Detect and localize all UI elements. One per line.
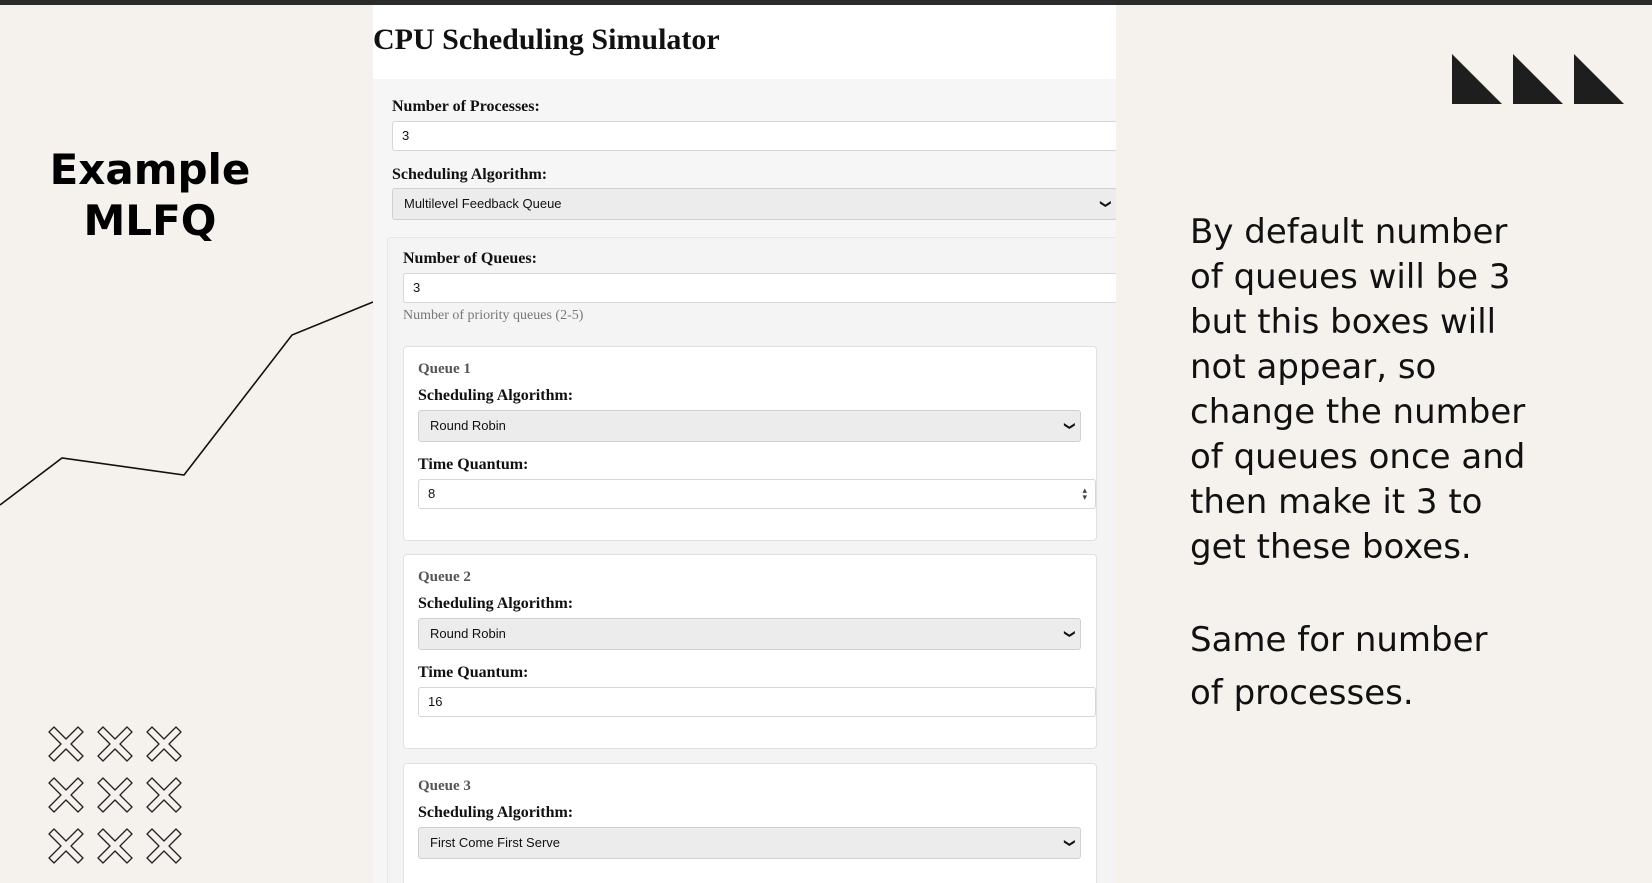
queue-algorithm-label: Scheduling Algorithm: — [418, 595, 574, 612]
algorithm-label: Scheduling Algorithm: — [392, 166, 548, 183]
slide-title-line2: MLFQ — [83, 196, 217, 245]
queue-title: Queue 3 — [418, 778, 471, 794]
queue-title: Queue 1 — [418, 361, 471, 377]
queue-title: Queue 2 — [418, 569, 471, 585]
num-queues-label: Number of Queues: — [403, 250, 537, 267]
triangles-decoration — [1452, 54, 1624, 104]
queue-card-3: Queue 3 Scheduling Algorithm: First Come… — [403, 763, 1097, 883]
slide-title-line1: Example — [49, 145, 251, 194]
time-quantum-label: Time Quantum: — [418, 664, 529, 681]
time-quantum-input[interactable]: 16 — [418, 687, 1096, 717]
slide-title: Example MLFQ — [30, 144, 270, 246]
simulator-app: CPU Scheduling Simulator Number of Proce… — [373, 5, 1116, 883]
num-queues-value: 3 — [413, 280, 421, 295]
num-processes-value: 3 — [402, 128, 410, 143]
time-quantum-value: 8 — [428, 486, 436, 501]
decorative-line — [0, 301, 374, 506]
num-queues-input[interactable]: 3 — [403, 273, 1116, 303]
algorithm-value: Multilevel Feedback Queue — [404, 196, 562, 211]
x-pattern-decoration — [48, 726, 182, 864]
explanation-note: By default number of queues will be 3 bu… — [1190, 212, 1526, 567]
queue-card-2: Queue 2 Scheduling Algorithm: Round Robi… — [403, 554, 1097, 749]
queue-algorithm-value: First Come First Serve — [430, 835, 561, 850]
queue-algorithm-select[interactable]: First Come First Serve ❯ — [418, 827, 1081, 859]
queue-algorithm-value: Round Robin — [430, 626, 506, 641]
time-quantum-label: Time Quantum: — [418, 456, 529, 473]
queue-algorithm-select[interactable]: Round Robin ❯ — [418, 410, 1081, 442]
queue-algorithm-label: Scheduling Algorithm: — [418, 387, 574, 404]
explanation-note-processes: Same for number of processes. — [1190, 620, 1488, 713]
app-title: CPU Scheduling Simulator — [373, 23, 720, 56]
num-queues-hint: Number of priority queues (2-5) — [403, 308, 584, 323]
time-quantum-value: 16 — [428, 694, 443, 709]
queue-algorithm-label: Scheduling Algorithm: — [418, 804, 574, 821]
queue-algorithm-value: Round Robin — [430, 418, 506, 433]
num-processes-label: Number of Processes: — [392, 98, 540, 115]
chevron-down-icon: ❯ — [1063, 421, 1076, 431]
spinner-icon[interactable]: ▴ ▾ — [1082, 481, 1087, 502]
chevron-down-icon: ❯ — [1099, 199, 1112, 209]
time-quantum-input[interactable]: 8 ▴ ▾ — [418, 479, 1096, 509]
num-processes-input[interactable]: 3 — [392, 121, 1116, 151]
app-header: CPU Scheduling Simulator — [373, 5, 1116, 79]
mlfq-settings-section: Number of Queues: 3 Number of priority q… — [387, 237, 1116, 883]
chevron-down-icon: ❯ — [1063, 629, 1076, 639]
queue-card-1: Queue 1 Scheduling Algorithm: Round Robi… — [403, 346, 1097, 541]
queue-algorithm-select[interactable]: Round Robin ❯ — [418, 618, 1081, 650]
algorithm-select[interactable]: Multilevel Feedback Queue ❯ — [392, 188, 1116, 220]
chevron-down-icon: ❯ — [1063, 838, 1076, 848]
